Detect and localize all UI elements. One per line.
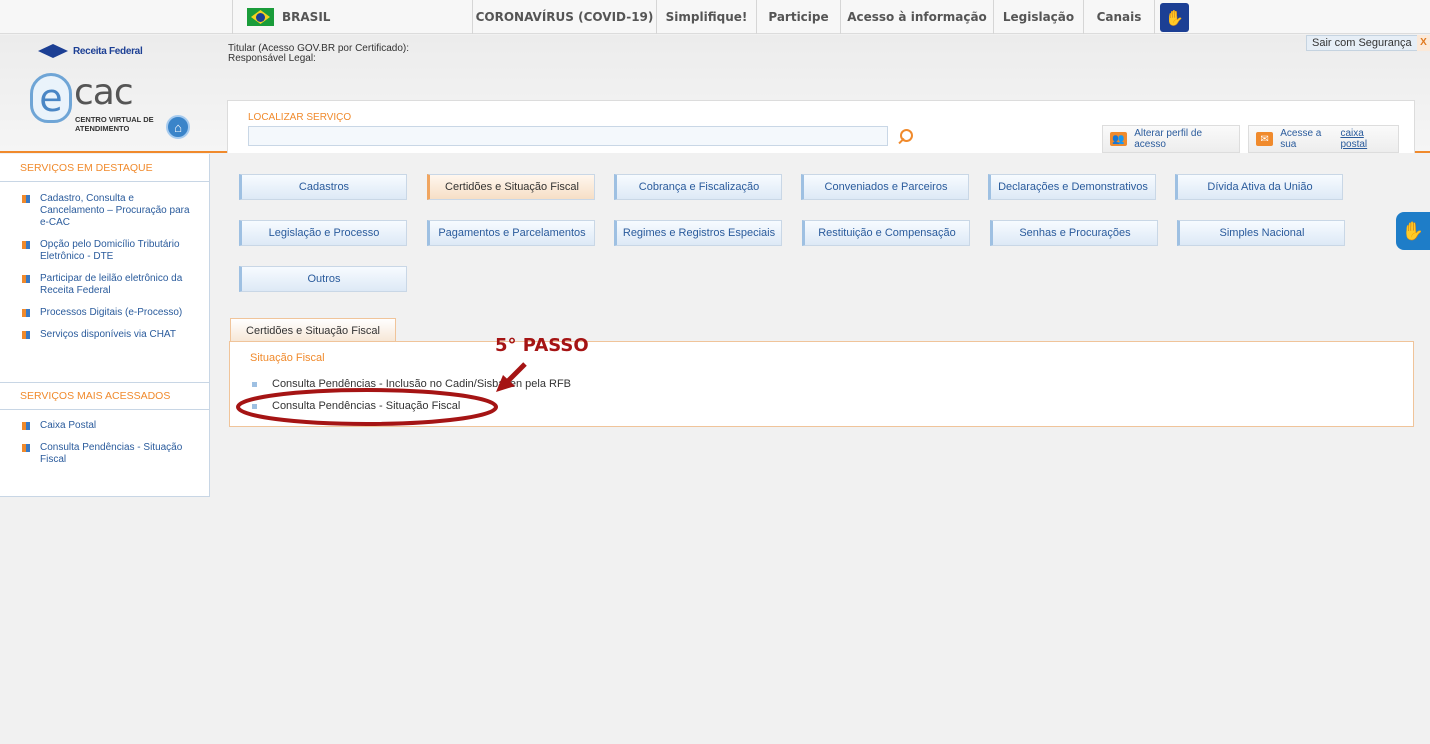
brasil-label: BRASIL (282, 10, 331, 24)
category-cadastros[interactable]: Cadastros (239, 174, 407, 200)
logout-button[interactable]: Sair com Segurança (1306, 35, 1418, 51)
sidebar-item-procuracao[interactable]: Cadastro, Consulta e Cancelamento – Proc… (22, 193, 192, 229)
category-conveniados-parceiros[interactable]: Conveniados e Parceiros (801, 174, 969, 200)
acesso-informacao-link[interactable]: Acesso à informação (840, 0, 993, 34)
ecac-logo-subtitle: CENTRO VIRTUAL DE ATENDIMENTO (75, 115, 154, 133)
sidebar-item-label: Caixa Postal (40, 420, 97, 431)
sidebar-item-leilao[interactable]: Participar de leilão eletrônico da Recei… (22, 273, 192, 297)
category-certidoes-situacao-fiscal[interactable]: Certidões e Situação Fiscal (427, 174, 595, 200)
bullet-icon (22, 422, 30, 430)
sidebar-item-label: Cadastro, Consulta e Cancelamento – Proc… (40, 193, 190, 228)
tab-certidoes-situacao-fiscal[interactable]: Certidões e Situação Fiscal (230, 318, 396, 342)
gov-top-bar: BRASIL CORONAVÍRUS (COVID-19) Simplifiqu… (0, 0, 1430, 34)
ecac-logo: e cac CENTRO VIRTUAL DE ATENDIMENTO (30, 72, 154, 133)
caixa-postal-link[interactable]: caixa postal (1340, 128, 1391, 150)
ecac-logo-e: e (30, 73, 72, 123)
bullet-icon (22, 331, 30, 339)
logout-close-icon[interactable]: X (1417, 35, 1430, 51)
category-legislacao-processo[interactable]: Legislação e Processo (239, 220, 407, 246)
envelope-icon: ✉ (1256, 132, 1274, 146)
ecac-logo-cac: cac (74, 72, 134, 113)
sidebar-item-label: Participar de leilão eletrônico da Recei… (40, 273, 183, 296)
users-icon: 👥 (1110, 132, 1128, 146)
bullet-icon (22, 241, 30, 249)
sidebar-item-label: Processos Digitais (e-Processo) (40, 307, 183, 318)
category-senhas-procuracoes[interactable]: Senhas e Procurações (990, 220, 1158, 246)
category-declaracoes-demonstrativos[interactable]: Declarações e Demonstrativos (988, 174, 1156, 200)
servicos-acessados-list: Caixa Postal Consulta Pendências - Situa… (22, 420, 192, 476)
arrow-shaft (505, 362, 527, 384)
servicos-destaque-title: SERVIÇOS EM DESTAQUE (0, 154, 209, 182)
search-label: LOCALIZAR SERVIÇO (248, 112, 352, 123)
sidebar-item-label: Consulta Pendências - Situação Fiscal (40, 442, 183, 465)
home-icon[interactable]: ⌂ (166, 115, 190, 139)
bullet-icon (22, 195, 30, 203)
servicos-destaque-list: Cadastro, Consulta e Cancelamento – Proc… (22, 193, 192, 351)
brasil-link[interactable]: BRASIL (232, 0, 354, 34)
responsavel-label: Responsável Legal: (228, 53, 316, 64)
sidebar-item-eprocesso[interactable]: Processos Digitais (e-Processo) (22, 307, 192, 319)
alterar-perfil-label: Alterar perfil de acesso (1134, 128, 1203, 150)
receita-federal-mark-icon (38, 42, 70, 60)
category-outros[interactable]: Outros (239, 266, 407, 292)
sidebar-item-label: Serviços disponíveis via CHAT (40, 329, 176, 340)
brazil-flag-icon (247, 8, 274, 26)
sidebar-item-label: Opção pelo Domicílio Tributário Eletrôni… (40, 239, 180, 262)
ecac-header: Receita Federal e cac CENTRO VIRTUAL DE … (0, 35, 1430, 153)
covid-link[interactable]: CORONAVÍRUS (COVID-19) (472, 0, 656, 34)
simplifique-link[interactable]: Simplifique! (656, 0, 756, 34)
caixa-postal-button[interactable]: ✉ Acesse a sua caixa postal (1248, 125, 1399, 153)
category-regimes-registros[interactable]: Regimes e Registros Especiais (614, 220, 782, 246)
sidebar: SERVIÇOS EM DESTAQUE Cadastro, Consulta … (0, 154, 210, 497)
search-panel: LOCALIZAR SERVIÇO 👥 Alterar perfil de ac… (227, 100, 1415, 153)
sidebar-item-situacao-fiscal[interactable]: Consulta Pendências - Situação Fiscal (22, 442, 192, 466)
sidebar-item-dte[interactable]: Opção pelo Domicílio Tributário Eletrôni… (22, 239, 192, 263)
category-divida-ativa[interactable]: Dívida Ativa da União (1175, 174, 1343, 200)
category-pagamentos-parcelamentos[interactable]: Pagamentos e Parcelamentos (427, 220, 595, 246)
sidebar-item-caixa-postal[interactable]: Caixa Postal (22, 420, 192, 432)
category-cobranca-fiscalizacao[interactable]: Cobrança e Fiscalização (614, 174, 782, 200)
canais-link[interactable]: Canais (1083, 0, 1155, 34)
search-input[interactable] (248, 126, 888, 146)
receita-federal-logo: Receita Federal (38, 42, 143, 60)
search-icon[interactable] (896, 128, 914, 146)
category-restituicao-compensacao[interactable]: Restituição e Compensação (802, 220, 970, 246)
vlibras-hands-icon[interactable]: ✋ (1160, 3, 1189, 32)
highlight-ellipse (236, 388, 498, 426)
bullet-icon (22, 275, 30, 283)
bullet-icon (22, 444, 30, 452)
caixa-postal-prefix: Acesse a sua (1280, 128, 1322, 150)
servicos-acessados-title: SERVIÇOS MAIS ACESSADOS (0, 382, 209, 410)
legislacao-link[interactable]: Legislação (993, 0, 1083, 34)
bullet-icon (22, 309, 30, 317)
sidebar-item-chat[interactable]: Serviços disponíveis via CHAT (22, 329, 192, 341)
alterar-perfil-button[interactable]: 👥 Alterar perfil de acesso (1102, 125, 1240, 153)
user-info: Titular (Acesso GOV.BR por Certificado):… (228, 44, 409, 64)
receita-federal-logo-text: Receita Federal (73, 45, 143, 57)
category-simples-nacional[interactable]: Simples Nacional (1177, 220, 1345, 246)
vlibras-widget-icon[interactable]: ✋ (1396, 212, 1430, 250)
step-annotation-label: 5° PASSO (495, 335, 589, 356)
participe-link[interactable]: Participe (756, 0, 840, 34)
step-annotation-highlight (236, 362, 527, 426)
